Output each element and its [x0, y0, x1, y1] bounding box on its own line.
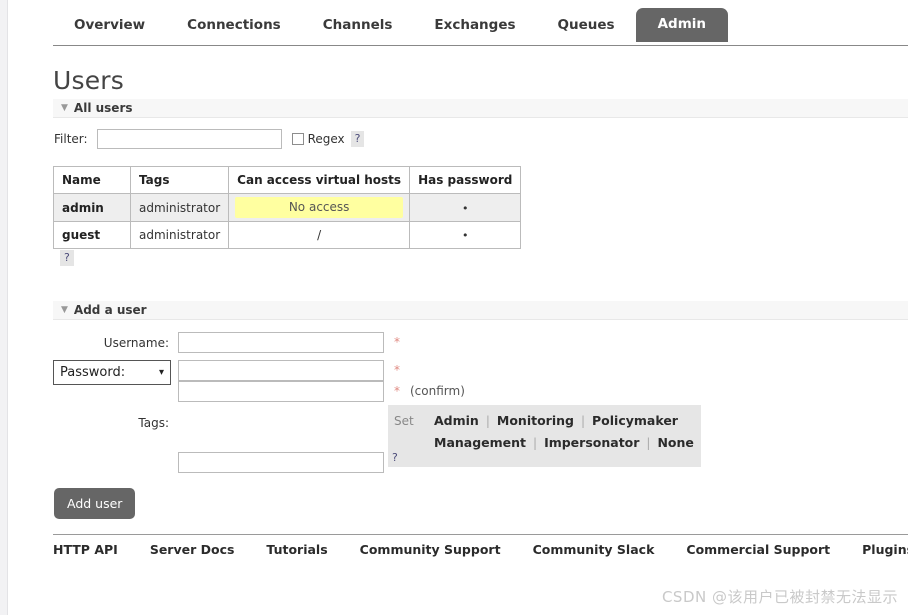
page-left-gutter	[0, 0, 8, 615]
section-label-add-a-user: Add a user	[73, 303, 147, 317]
section-header-all-users[interactable]: ▼ All users	[53, 99, 908, 118]
tag-preset-separator: |	[580, 414, 586, 428]
column-header[interactable]: Can access virtual hosts	[228, 166, 411, 194]
tags-presets-line-1: Set Admin | Monitoring | Policymaker	[394, 410, 693, 432]
footer-link-community-slack[interactable]: Community Slack	[533, 542, 655, 557]
footer-link-server-docs[interactable]: Server Docs	[150, 542, 235, 557]
password-confirm-input[interactable]	[178, 381, 384, 402]
user-name-cell[interactable]: guest	[53, 221, 131, 249]
filter-help-icon[interactable]: ?	[350, 131, 365, 147]
has-password-dot-icon: •	[461, 201, 469, 215]
tags-input-row	[53, 452, 384, 473]
collapse-triangle-icon[interactable]: ▼	[61, 103, 68, 113]
column-header[interactable]: Has password	[409, 166, 522, 194]
tag-preset-monitoring[interactable]: Monitoring	[497, 413, 574, 428]
footer-link-community-support[interactable]: Community Support	[360, 542, 501, 557]
add-user-button[interactable]: Add user	[54, 488, 136, 519]
tags-set-label: Set	[394, 414, 414, 428]
tag-preset-separator: |	[533, 436, 538, 450]
username-input[interactable]	[178, 332, 384, 353]
user-vhosts-cell: /	[228, 221, 411, 249]
filter-label: Filter:	[54, 132, 88, 146]
password-confirm-required-marker: *	[394, 384, 400, 398]
user-has-password-cell: •	[409, 193, 522, 222]
password-confirm-row: * (confirm)	[53, 381, 465, 402]
rabbitmq-management-page: Overview Connections Channels Exchanges Queu…	[0, 0, 908, 615]
tab-admin[interactable]: Admin	[635, 8, 728, 42]
table-row: guest administrator / •	[53, 221, 522, 249]
username-row: Username: *	[53, 332, 400, 354]
footer-link-tutorials[interactable]: Tutorials	[266, 542, 327, 557]
page-title: Users	[53, 66, 125, 95]
footer-divider	[53, 534, 908, 535]
section-label-all-users: All users	[73, 101, 133, 115]
tags-presets-panel: Set Admin | Monitoring | Policymaker Managem…	[388, 405, 701, 467]
tabbar-underline	[53, 45, 908, 46]
tab-overview[interactable]: Overview	[53, 10, 166, 42]
table-header-row: Name Tags Can access virtual hosts Has pass…	[53, 166, 522, 194]
tab-exchanges[interactable]: Exchanges	[413, 10, 536, 42]
tag-preset-management[interactable]: Management	[434, 435, 526, 450]
main-navigation-tabs: Overview Connections Channels Exchanges Queu…	[53, 8, 908, 42]
table-row: admin administrator No access •	[53, 193, 522, 222]
user-tags-cell: administrator	[129, 193, 230, 222]
tab-channels[interactable]: Channels	[302, 10, 414, 42]
users-table: Name Tags Can access virtual hosts Has pass…	[53, 166, 522, 249]
collapse-triangle-icon[interactable]: ▼	[61, 305, 68, 315]
footer-link-commercial-support[interactable]: Commercial Support	[686, 542, 830, 557]
users-table-help-icon[interactable]: ?	[60, 250, 74, 266]
tags-input[interactable]	[178, 452, 384, 473]
user-has-password-cell: •	[409, 221, 522, 249]
filter-input[interactable]	[96, 129, 282, 149]
regex-label: Regex	[307, 132, 345, 146]
password-row: *	[53, 360, 400, 381]
vhost-value: /	[317, 228, 322, 242]
filter-row: Filter: Regex ?	[54, 128, 365, 150]
watermark-text: CSDN @该用户已被封禁无法显示	[661, 588, 898, 606]
tag-preset-impersonator[interactable]: Impersonator	[544, 435, 639, 450]
username-required-marker: *	[394, 335, 400, 349]
tag-preset-separator: |	[485, 414, 490, 428]
footer-links: HTTP API Server Docs Tutorials Community Su…	[53, 542, 908, 557]
tag-preset-none[interactable]: None	[657, 435, 693, 450]
tab-queues[interactable]: Queues	[537, 10, 636, 42]
tag-preset-separator: |	[646, 436, 651, 450]
password-input[interactable]	[178, 360, 384, 381]
column-header[interactable]: Name	[53, 166, 131, 194]
tags-help-icon[interactable]: ?	[392, 451, 398, 464]
has-password-dot-icon: •	[461, 229, 469, 242]
no-access-badge: No access	[235, 197, 404, 218]
tab-connections[interactable]: Connections	[166, 10, 302, 42]
regex-checkbox[interactable]	[291, 133, 304, 145]
username-label: Username:	[103, 336, 169, 350]
tags-presets-line-2: Management | Impersonator | None	[394, 432, 694, 454]
section-header-add-a-user[interactable]: ▼ Add a user	[53, 301, 908, 320]
password-required-marker: *	[394, 363, 400, 377]
footer-link-http-api[interactable]: HTTP API	[53, 542, 118, 557]
tags-label: Tags:	[138, 416, 169, 430]
user-tags-cell: administrator	[129, 221, 230, 249]
tag-preset-policymaker[interactable]: Policymaker	[592, 413, 678, 428]
column-header[interactable]: Tags	[129, 166, 230, 194]
tags-label-row: Tags:	[53, 412, 178, 434]
password-confirm-hint: (confirm)	[410, 384, 465, 398]
user-vhosts-cell: No access	[228, 193, 411, 222]
footer-link-plugins[interactable]: Plugins	[862, 542, 908, 557]
tag-preset-admin[interactable]: Admin	[434, 413, 479, 428]
user-name-cell[interactable]: admin	[53, 193, 131, 222]
